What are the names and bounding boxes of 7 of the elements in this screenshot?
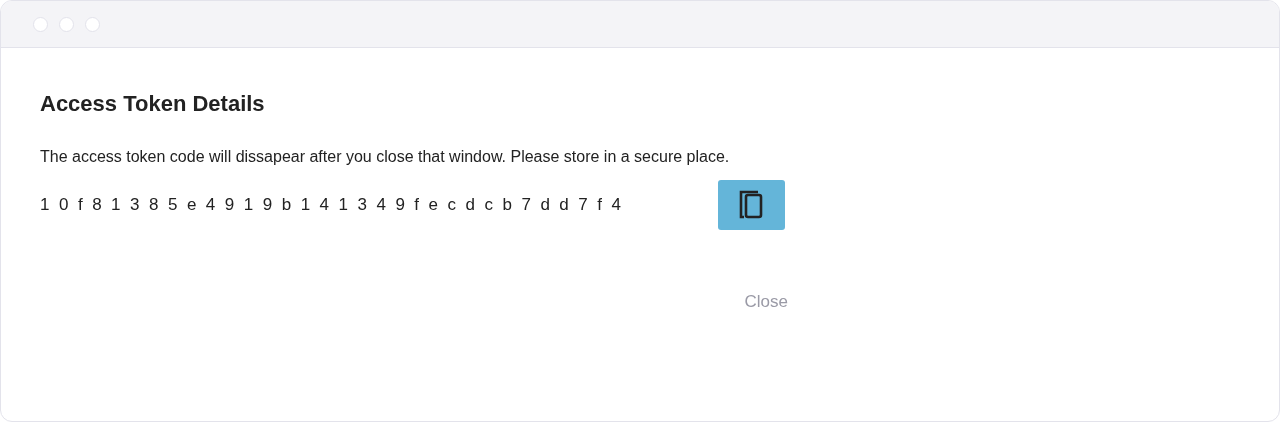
window-control-icon[interactable] xyxy=(33,16,48,32)
window-control-icon[interactable] xyxy=(85,16,100,32)
copy-button[interactable] xyxy=(718,180,785,230)
dialog-message: The access token code will dissapear after you close that window. Please store in a secure place. xyxy=(40,147,731,167)
window-control-icon[interactable] xyxy=(59,16,74,32)
dialog-title: Access Token Details xyxy=(40,90,266,118)
access-token: 10f81385e4919b141349fecdcb7dd7f4 xyxy=(40,195,631,215)
